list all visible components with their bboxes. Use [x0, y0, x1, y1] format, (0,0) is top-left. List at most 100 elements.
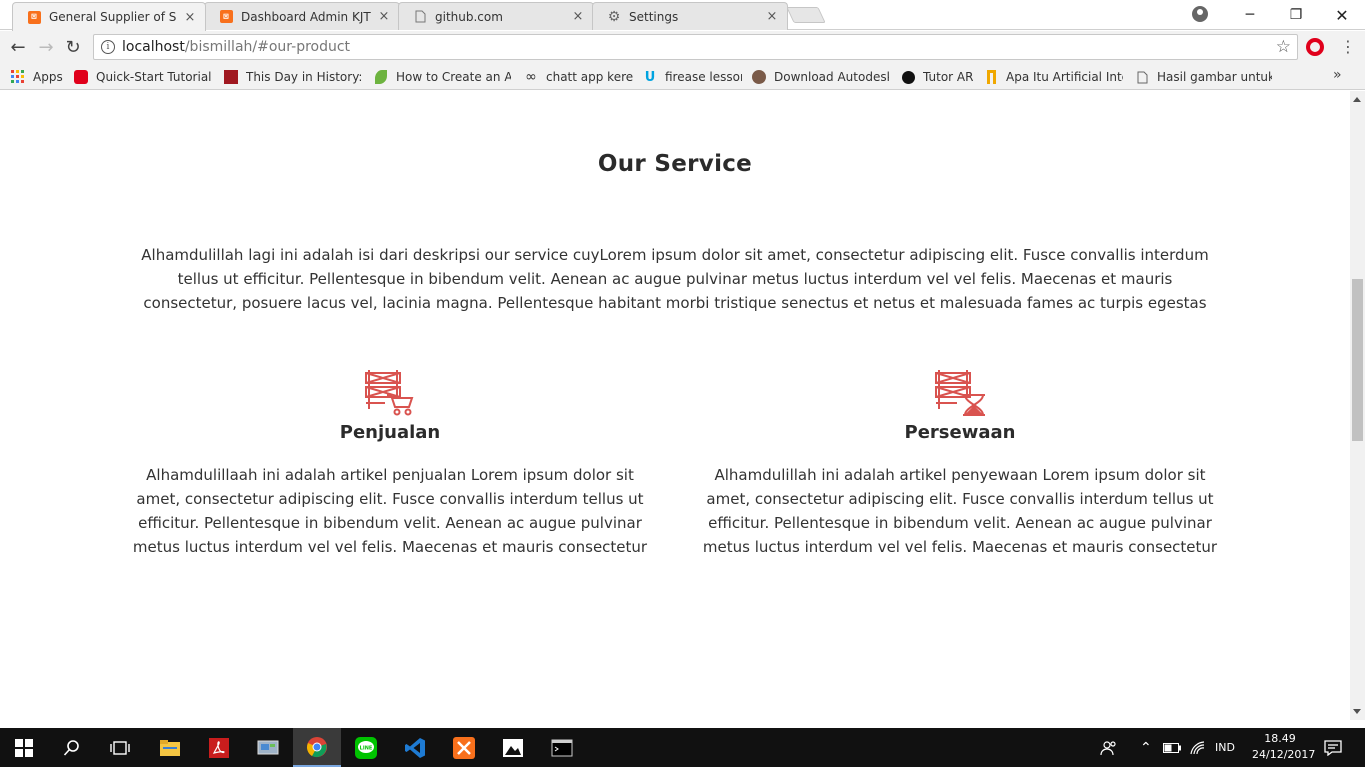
tab-github[interactable]: github.com × — [398, 2, 594, 30]
forward-button[interactable]: → — [35, 36, 57, 58]
scaffold-hourglass-icon — [933, 369, 987, 419]
tab-title: github.com — [435, 9, 503, 24]
bookmark-firease[interactable]: U firease lesson — [642, 68, 742, 86]
bookmark-icon — [983, 69, 999, 85]
bookmark-label: Apa Itu Artificial Intel — [1006, 70, 1123, 84]
site-info-icon[interactable]: i — [101, 40, 115, 54]
service-name: Penjualan — [339, 422, 441, 443]
url-path: /bismillah/#our-product — [184, 39, 351, 55]
system-clock[interactable]: 18.49 24/12/2017 — [1252, 731, 1316, 763]
chrome-icon[interactable] — [293, 728, 341, 767]
bookmark-history[interactable]: This Day in History: A — [223, 68, 361, 86]
people-icon[interactable] — [1100, 728, 1118, 767]
bookmark-artificial-intel[interactable]: Apa Itu Artificial Intel — [983, 68, 1123, 86]
tab-general-supplier[interactable]: ⊠ General Supplier of Scaff × — [12, 2, 206, 31]
browser-toolbar: ← → ↻ i localhost/bismillah/#our-product… — [0, 31, 1365, 63]
close-window-button[interactable]: ✕ — [1319, 0, 1365, 30]
bookmark-autodesk[interactable]: Download Autodesk — [751, 68, 889, 86]
bookmarks-overflow-icon[interactable]: » — [1333, 67, 1342, 83]
profile-icon[interactable] — [1192, 6, 1208, 22]
photos-icon[interactable] — [489, 728, 537, 767]
page-scrollbar[interactable] — [1350, 91, 1365, 720]
new-tab-button[interactable] — [786, 7, 826, 23]
page-icon — [413, 10, 427, 24]
service-text: Alhamdulillah ini adalah artikel penyewa… — [702, 466, 1218, 556]
service-penjualan: Penjualan Alhamdulillaah ini adalah arti… — [130, 369, 650, 559]
service-persewaan: Persewaan Alhamdulillah ini adalah artik… — [700, 369, 1220, 559]
vscode-icon[interactable] — [391, 728, 439, 767]
leaf-icon — [373, 69, 389, 85]
language-indicator[interactable]: IND — [1215, 728, 1235, 767]
bookmark-apps[interactable]: Apps — [10, 68, 68, 86]
bookmark-label: chatt app keren — [546, 70, 633, 84]
apps-grid-icon — [10, 69, 26, 85]
scroll-down-icon[interactable] — [1353, 709, 1361, 714]
address-bar[interactable]: i localhost/bismillah/#our-product ☆ — [93, 34, 1298, 60]
bookmark-chatt-app[interactable]: ∞ chatt app keren — [523, 68, 633, 86]
bookmark-label: Quick-Start Tutorial U — [96, 70, 213, 84]
wifi-icon[interactable] — [1190, 728, 1206, 767]
history-icon — [223, 69, 239, 85]
xampp-icon[interactable] — [440, 728, 488, 767]
bookmark-label: Hasil gambar untuk v — [1157, 70, 1272, 84]
file-explorer-icon[interactable] — [146, 728, 194, 767]
gear-icon: ⚙ — [607, 8, 621, 25]
clock-time: 18.49 — [1264, 732, 1296, 745]
url-host: localhost — [122, 39, 185, 55]
reload-button[interactable]: ↻ — [62, 36, 84, 58]
tab-title: Settings — [629, 9, 679, 24]
circle-icon — [900, 69, 916, 85]
bookmark-label: How to Create an An — [396, 70, 511, 84]
restore-button[interactable]: ❐ — [1273, 0, 1319, 30]
bookmarks-bar: Apps Quick-Start Tutorial U This Day in … — [0, 63, 1365, 90]
close-icon[interactable]: × — [377, 9, 391, 24]
windows-taskbar: LINE ⌃ IND 18.49 24/12/2017 — [0, 728, 1365, 767]
section-title: Our Service — [597, 151, 753, 177]
tab-strip: ⊠ General Supplier of Scaff × ⊠ Dashboar… — [0, 0, 1365, 31]
bookmark-oracle[interactable]: Quick-Start Tutorial U — [73, 68, 213, 86]
tab-title: Dashboard Admin KJT — [241, 9, 371, 24]
opera-extension-icon[interactable] — [1306, 38, 1324, 56]
close-icon[interactable]: × — [183, 10, 197, 25]
minimize-button[interactable]: ─ — [1227, 0, 1273, 30]
svg-text:LINE: LINE — [360, 745, 373, 751]
bookmark-label: firease lesson — [665, 70, 742, 84]
back-button[interactable]: ← — [7, 36, 29, 58]
notifications-icon[interactable] — [1324, 728, 1342, 767]
autodesk-icon — [751, 69, 767, 85]
bookmark-create-android[interactable]: How to Create an An — [373, 68, 511, 86]
service-name: Persewaan — [904, 422, 1016, 443]
chevron-up-icon[interactable]: ⌃ — [1140, 728, 1152, 767]
windows-start-icon[interactable] — [0, 728, 48, 767]
scroll-up-icon[interactable] — [1353, 97, 1361, 102]
clock-date: 24/12/2017 — [1252, 748, 1316, 761]
oracle-icon — [73, 69, 89, 85]
terminal-icon[interactable] — [538, 728, 586, 767]
search-icon[interactable] — [48, 728, 96, 767]
bookmark-tutor-ar[interactable]: Tutor AR — [900, 68, 976, 86]
battery-icon[interactable] — [1163, 728, 1181, 767]
menu-icon[interactable]: ⋮ — [1340, 37, 1356, 56]
xampp-icon: ⊠ — [219, 10, 233, 24]
tab-dashboard-admin[interactable]: ⊠ Dashboard Admin KJT × — [204, 2, 400, 30]
tab-title: General Supplier of Scaff — [49, 10, 177, 24]
close-icon[interactable]: × — [571, 9, 585, 24]
bookmark-label: Apps — [33, 70, 63, 84]
task-view-icon[interactable] — [96, 728, 144, 767]
xampp-icon: ⊠ — [27, 10, 41, 24]
acrobat-icon[interactable] — [195, 728, 243, 767]
bookmark-label: Tutor AR — [923, 70, 974, 84]
bookmark-label: This Day in History: A — [246, 70, 361, 84]
tab-settings[interactable]: ⚙ Settings × — [592, 2, 788, 30]
bookmark-star-icon[interactable]: ☆ — [1276, 37, 1291, 57]
page-icon — [1134, 69, 1150, 85]
scaffold-cart-icon — [363, 369, 417, 419]
line-icon[interactable]: LINE — [342, 728, 390, 767]
service-text: Alhamdulillaah ini adalah artikel penjua… — [132, 466, 648, 556]
page-content: Our Service Alhamdulillah lagi ini adala… — [0, 91, 1350, 720]
bookmark-hasil-gambar[interactable]: Hasil gambar untuk v — [1134, 68, 1272, 86]
scrollbar-thumb[interactable] — [1352, 279, 1363, 441]
control-panel-icon[interactable] — [244, 728, 292, 767]
close-icon[interactable]: × — [765, 9, 779, 24]
bookmark-label: Download Autodesk — [774, 70, 889, 84]
